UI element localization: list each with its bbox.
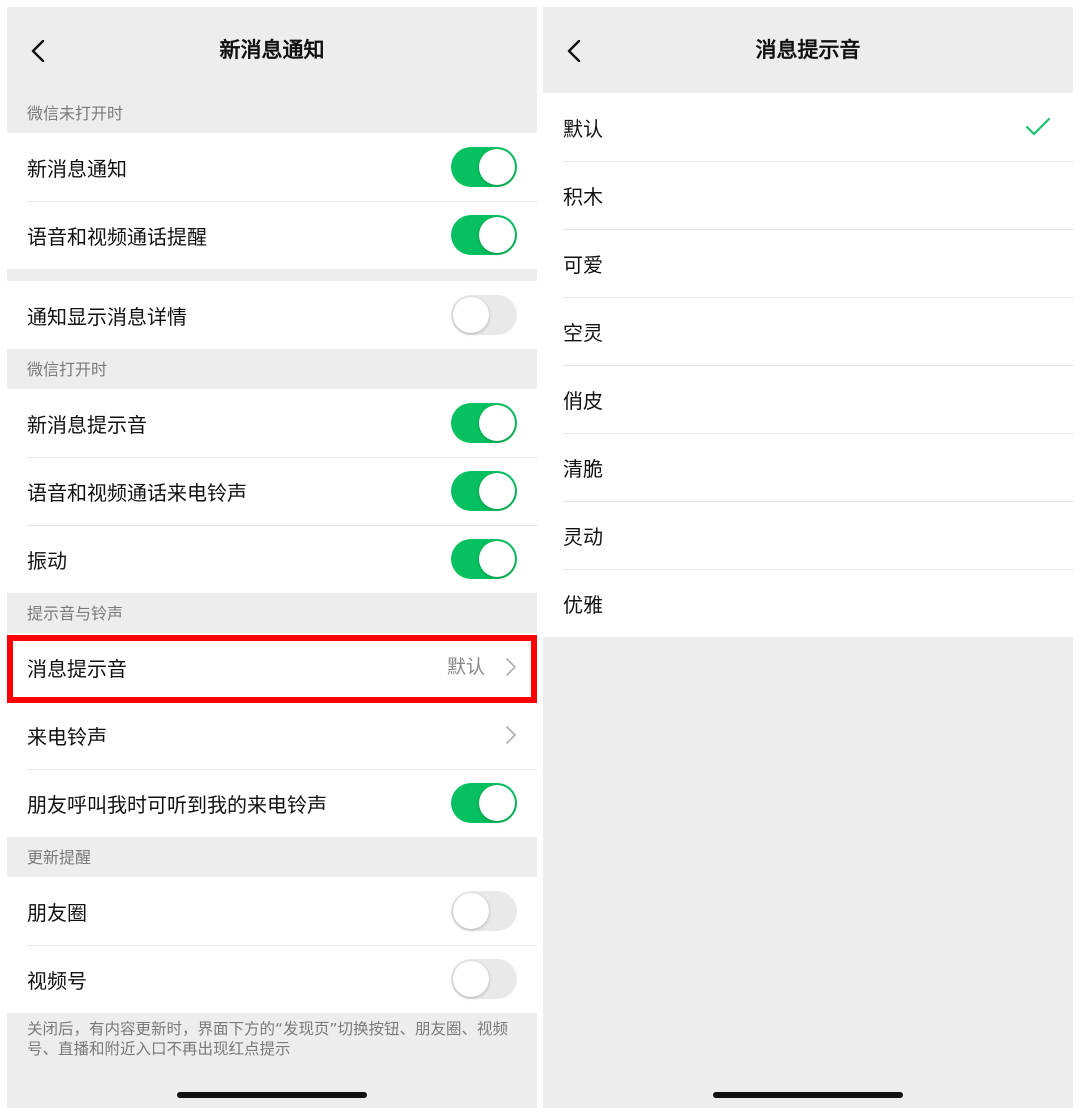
sound-options-list: 默认 积木 可爱 空灵 俏皮 清脆 灵动 优雅 [543, 93, 1073, 637]
row-label: 语音和视频通话提醒 [27, 224, 207, 249]
row-label: 语音和视频通话来电铃声 [27, 480, 247, 505]
row-message-sound[interactable]: 消息提示音 默认 [7, 633, 537, 701]
sound-option-label: 默认 [563, 116, 603, 141]
toggle-call-alert[interactable] [451, 215, 517, 255]
group-wechat-open: 新消息提示音 语音和视频通话来电铃声 振动 [7, 389, 537, 593]
toggle-channels[interactable] [451, 959, 517, 999]
sound-option-label: 优雅 [563, 592, 603, 617]
sound-option-elegant[interactable]: 优雅 [543, 569, 1073, 637]
toggle-vibrate[interactable] [451, 539, 517, 579]
row-label: 通知显示消息详情 [27, 304, 187, 329]
row-label: 朋友呼叫我时可听到我的来电铃声 [27, 792, 327, 817]
row-label: 消息提示音 [27, 656, 127, 681]
sound-option-label: 清脆 [563, 456, 603, 481]
checkmark-icon [1026, 118, 1050, 135]
row-call-alert[interactable]: 语音和视频通话提醒 [7, 201, 537, 269]
sound-option-lively[interactable]: 灵动 [543, 501, 1073, 569]
message-sound-screen: 消息提示音 默认 积木 可爱 空灵 俏皮 清脆 灵动 优雅 [543, 7, 1073, 1108]
home-indicator [177, 1092, 367, 1098]
row-new-message-sound[interactable]: 新消息提示音 [7, 389, 537, 457]
toggle-new-message-sound[interactable] [451, 403, 517, 443]
row-ringtone[interactable]: 来电铃声 [7, 701, 537, 769]
row-new-message-notification[interactable]: 新消息通知 [7, 133, 537, 201]
toggle-call-ringtone[interactable] [451, 471, 517, 511]
sound-option-label: 灵动 [563, 524, 603, 549]
row-vibrate[interactable]: 振动 [7, 525, 537, 593]
home-indicator [713, 1092, 903, 1098]
row-label: 新消息提示音 [27, 412, 147, 437]
row-friend-ringtone[interactable]: 朋友呼叫我时可听到我的来电铃声 [7, 769, 537, 837]
section-header-sounds: 提示音与铃声 [27, 604, 124, 623]
group-show-detail: 通知显示消息详情 [7, 281, 537, 349]
page-title: 消息提示音 [755, 38, 861, 62]
toggle-knob [479, 785, 515, 821]
sound-option-ethereal[interactable]: 空灵 [543, 297, 1073, 365]
chevron-right-icon [506, 726, 516, 744]
row-moments[interactable]: 朋友圈 [7, 877, 537, 945]
row-channels[interactable]: 视频号 [7, 945, 537, 1013]
group-wechat-closed: 新消息通知 语音和视频通话提醒 [7, 133, 537, 269]
row-label: 振动 [27, 548, 67, 573]
toggle-knob [479, 473, 515, 509]
navigation-bar: 消息提示音 [543, 7, 1073, 93]
toggle-show-message-detail[interactable] [451, 295, 517, 335]
sound-option-default[interactable]: 默认 [543, 93, 1073, 161]
message-sound-value: 默认 [446, 656, 485, 678]
toggle-new-message-notification[interactable] [451, 147, 517, 187]
toggle-knob [453, 961, 489, 997]
toggle-knob [479, 149, 515, 185]
group-updates: 朋友圈 视频号 [7, 877, 537, 1013]
toggle-knob [479, 541, 515, 577]
chevron-right-icon [506, 658, 516, 676]
row-call-ringtone[interactable]: 语音和视频通话来电铃声 [7, 457, 537, 525]
toggle-knob [479, 405, 515, 441]
sound-option-label: 可爱 [563, 252, 603, 277]
sound-option-playful[interactable]: 俏皮 [543, 365, 1073, 433]
update-footnote: 关闭后，有内容更新时，界面下方的“发现页”切换按钮、朋友圈、视频号、直播和附近入… [27, 1020, 509, 1058]
toggle-knob [453, 893, 489, 929]
navigation-bar: 新消息通知 [7, 7, 537, 93]
sound-option-label: 空灵 [563, 320, 603, 345]
sound-option-crisp[interactable]: 清脆 [543, 433, 1073, 501]
page-title: 新消息通知 [219, 38, 325, 62]
sound-option-cute[interactable]: 可爱 [543, 229, 1073, 297]
notification-settings-screen: 新消息通知 微信未打开时 新消息通知 语音和视频通话提醒 通知显示消息详情 微信… [7, 7, 537, 1108]
row-label: 来电铃声 [27, 724, 107, 749]
section-header-wechat-closed: 微信未打开时 [27, 104, 124, 123]
sound-option-label: 俏皮 [563, 388, 603, 413]
sound-option-label: 积木 [563, 184, 603, 209]
toggle-knob [479, 217, 515, 253]
toggle-knob [453, 297, 489, 333]
sound-option-building-blocks[interactable]: 积木 [543, 161, 1073, 229]
section-header-updates: 更新提醒 [27, 848, 92, 867]
row-show-message-detail[interactable]: 通知显示消息详情 [7, 281, 537, 349]
row-label: 新消息通知 [27, 156, 127, 181]
toggle-moments[interactable] [451, 891, 517, 931]
row-label: 视频号 [27, 968, 87, 993]
toggle-friend-ringtone[interactable] [451, 783, 517, 823]
group-sounds: 消息提示音 默认 来电铃声 朋友呼叫我时可听到我的来电铃声 [7, 633, 537, 837]
row-label: 朋友圈 [27, 900, 87, 925]
section-header-wechat-open: 微信打开时 [27, 360, 108, 379]
